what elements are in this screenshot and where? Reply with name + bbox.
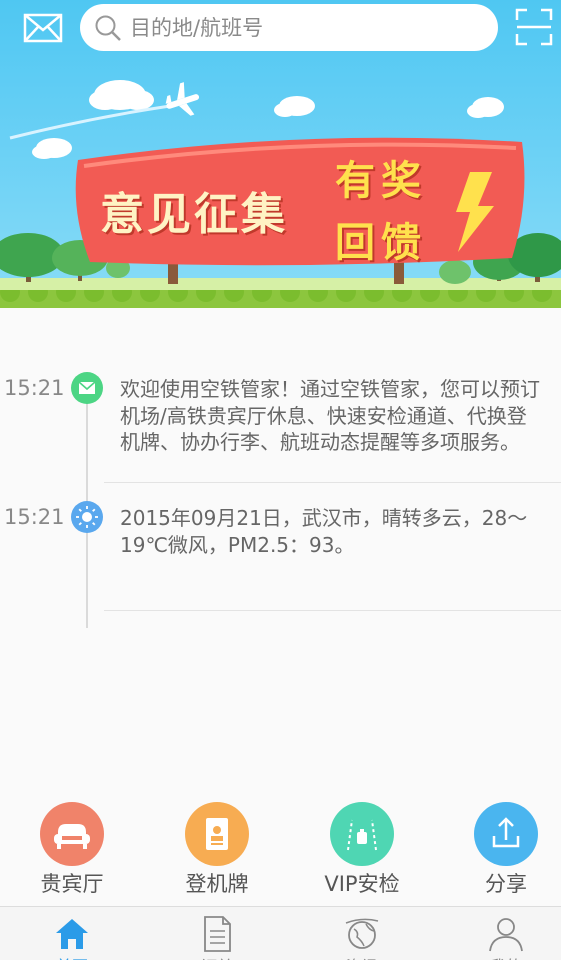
tab-label: 订单 [147, 953, 287, 960]
tab-profile[interactable]: 我的 [436, 907, 561, 960]
timeline-message[interactable]: 欢迎使用空铁管家！通过空铁管家，您可以预订机场/高铁贵宾厅休息、快速安检通道、代… [120, 376, 540, 456]
top-bar [0, 0, 561, 56]
message-timeline: 15:21 欢迎使用空铁管家！通过空铁管家，您可以预订机场/高铁贵宾厅休息、快速… [0, 308, 561, 778]
timeline-time: 15:21 [4, 505, 65, 529]
service-share[interactable]: 分享 [436, 796, 561, 906]
divider [104, 482, 561, 483]
globe-icon [345, 918, 379, 949]
document-icon [204, 916, 231, 952]
home-icon [56, 919, 88, 949]
tab-label: 我的 [436, 953, 561, 960]
sun-icon [71, 501, 103, 533]
service-label: 贵宾厅 [40, 872, 104, 896]
mail-icon[interactable] [23, 13, 63, 43]
boarding-pass-icon [185, 802, 249, 866]
scan-icon[interactable] [515, 8, 553, 46]
service-grid: 贵宾厅 登机牌 VIP安检 分享 [0, 796, 561, 906]
user-icon [489, 918, 523, 952]
tab-news[interactable]: 资讯 [292, 907, 432, 960]
search-box[interactable] [80, 4, 498, 51]
service-vip-security[interactable]: VIP安检 [292, 796, 432, 906]
timeline-time: 15:21 [4, 376, 65, 400]
divider [104, 610, 561, 611]
service-label: 分享 [485, 872, 527, 896]
service-boarding-pass[interactable]: 登机牌 [147, 796, 287, 906]
share-icon [474, 802, 538, 866]
banner-headline: 意见征集 [100, 189, 288, 240]
service-lounge[interactable]: 贵宾厅 [2, 796, 142, 906]
search-icon [95, 15, 121, 41]
tab-label: 资讯 [292, 953, 432, 960]
tab-orders[interactable]: 订单 [147, 907, 287, 960]
tab-label: 首页 [2, 953, 142, 960]
bottom-nav: 首页 订单 资讯 我的 [0, 906, 561, 960]
sofa-icon [40, 802, 104, 866]
service-label: VIP安检 [324, 872, 400, 896]
timeline-weather[interactable]: 2015年09月21日，武汉市，晴转多云，28～19℃微风，PM2.5：93。 [120, 505, 540, 558]
security-check-icon [330, 802, 394, 866]
banner-reward-line1: 有奖 [335, 158, 427, 204]
banner-reward-line2: 回馈 [335, 220, 427, 266]
tab-home[interactable]: 首页 [2, 907, 142, 960]
search-input[interactable] [130, 4, 480, 51]
service-label: 登机牌 [185, 872, 249, 896]
mail-icon [71, 372, 103, 404]
promo-banner[interactable]: 意见征集 有奖 回馈 [0, 0, 561, 308]
